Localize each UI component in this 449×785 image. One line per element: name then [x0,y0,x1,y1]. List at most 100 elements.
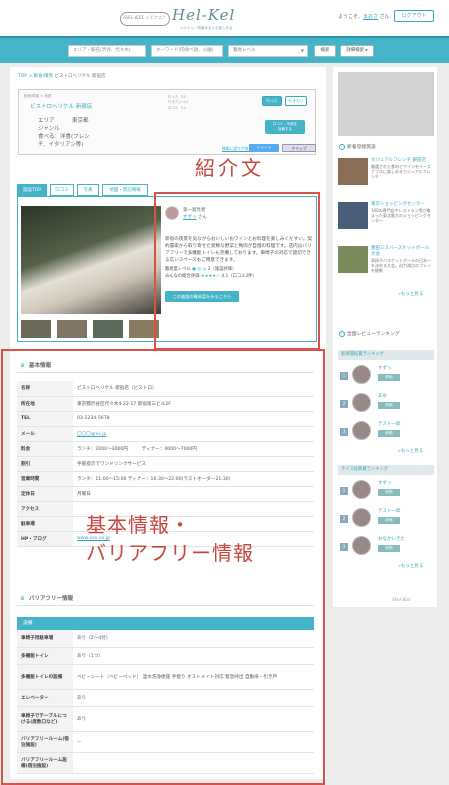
facility-title[interactable]: カジュアルフレンチ 銀座店 [371,158,433,164]
want-button[interactable]: 行きたい [285,96,307,106]
rank-number: 1 [340,487,348,495]
rank-group-header: 新規開拓賞ランキング [338,350,434,360]
shop-category-label: 飲食/障害 > 地図 [24,94,52,98]
facility-thumbnail[interactable] [338,202,368,229]
facility-text: 墨田ミスバースケットボール大会 車椅子バスケットボールの日本一を決める大会。迫力満… [371,246,433,273]
avatar[interactable] [352,536,371,555]
facility-title[interactable]: 墨田ミスバースケットボール大会 [371,246,433,258]
tab-photos[interactable]: 写真 [77,184,99,196]
ranking-header: 全国レビューランキング [339,330,400,340]
breadcrumb-category[interactable]: 飲食/障害 [34,74,54,79]
genre-value-2: チ、イタリアン等) [38,141,84,148]
reviewer-name[interactable]: あゆ [378,393,387,399]
add-review-button[interactable]: 口コミ・写真を 投稿する [265,120,305,134]
more-rank2-link[interactable]: »もっと見る [398,563,423,569]
rank-group-header: ナイス投稿賞ランキング [338,465,434,475]
avatar[interactable] [352,365,371,384]
facility-title[interactable]: 東京ショッピングセンター [371,202,433,208]
rank-number: 3 [340,543,348,551]
facility-thumbnail[interactable] [338,246,368,273]
rank-number: 3 [340,428,348,436]
ranking-title: 全国レビューランキング [347,332,400,337]
about-bubble[interactable]: HEL-KELってナニ？ [120,12,170,26]
reviewer-name[interactable]: おなかいきた [378,536,405,542]
clip-button[interactable]: クリップ [282,144,316,152]
ranking-row[interactable]: 2 テスト一郎 評価 [338,505,434,531]
reviewer-name[interactable]: すずっ [378,365,392,371]
level-select-value: 難易レベル [233,48,256,53]
new-facilities-header: 新着登録施設 [339,143,376,153]
ad-banner[interactable] [338,72,434,136]
logo-tagline: ヘルケル／障害ある人も楽しめる [180,26,233,30]
facility-desc: 厳選された食材とワインをリーズナブルに楽しめるカジュアルフレンチ [371,163,431,180]
search-bar: エリア・駅名(渋谷、代々木) キーワード(肉食べ放、公園) 難易レベル ▼ 検索 … [0,37,449,63]
site-logo[interactable]: Hel-Kel [172,6,235,24]
tab-map[interactable]: 地図・周辺情報 [102,184,148,196]
logout-button[interactable]: ログアウト [394,10,434,22]
welcome-prefix: ようこそ、 [338,14,364,20]
keyword-search-input[interactable]: キーワード(肉食べ放、公園) [151,45,223,57]
facility-desc: 100の専門店やレストラン等が集まった東北最大のショッピングセンター [371,207,431,224]
search-button[interactable]: 検索 [314,45,336,57]
rank-badge: 評価 [378,402,400,409]
info-annotation-label: 基本情報・ バリアフリー情報 [86,511,254,567]
ranking-row[interactable]: 3 おなかいきた 評価 [338,533,434,559]
ranking-row[interactable]: 1 すずっ 評価 [338,362,434,388]
ranking-row[interactable]: 1 すずっ 評価 [338,477,434,503]
advanced-search-button[interactable]: 詳細検索 ▸ [340,45,374,57]
ranking-row[interactable]: 3 テスト一郎評価 [338,418,434,444]
avatar[interactable] [352,508,371,527]
avatar[interactable] [352,421,371,440]
photo-thumbnail[interactable] [57,320,87,338]
main-photo[interactable] [21,206,161,314]
info-annotation-line2: バリアフリー情報 [86,541,254,565]
info-annotation-line1: 基本情報・ [86,513,191,537]
rank-number: 1 [340,372,348,380]
shop-counts: 行った 5人 行きたい 5人 口コミ 5人 [168,95,189,110]
shop-name: ビストロヘリケル 新宿店 [30,104,93,110]
reviewer-name[interactable]: テスト一郎 [378,508,401,514]
tab-facility-top[interactable]: 施設TOP [17,184,47,196]
list-item[interactable]: 墨田ミスバースケットボール大会 車椅子バスケットボールの日本一を決める大会。迫力満… [338,246,434,282]
photo-thumbnail[interactable] [21,320,51,338]
info-annotation-box [1,349,325,785]
breadcrumb-current: ビストロヘリケル 新宿店 [53,74,106,79]
went-button[interactable]: 行った [262,96,282,106]
more-new-link[interactable]: »もっと見る [398,291,423,297]
reviewer-name[interactable]: すずっ [378,480,392,486]
photo-thumbnail[interactable] [93,320,123,338]
facility-thumbnail[interactable] [338,158,368,185]
circle-icon [339,330,345,337]
breadcrumb-sep: > [27,74,34,79]
area-search-input[interactable]: エリア・駅名(渋谷、代々木) [68,45,146,57]
rank-number: 2 [340,400,348,408]
new-facilities-title: 新着登録施設 [347,145,376,150]
intro-annotation-box [154,192,320,350]
rank-badge: 評価 [378,430,400,437]
footer-logo: Hel-Kel [392,597,411,603]
tweet-button[interactable]: ツイート [249,144,279,152]
list-item[interactable]: 東京ショッピングセンター 100の専門店やレストラン等が集まった東北最大のショッピ… [338,202,434,238]
shop-details: エリア 東京都 ジャンル 食べる：洋食(フレン チ、イタリアン等) [38,118,90,150]
rank-badge: 評価 [378,517,400,524]
list-item[interactable]: カジュアルフレンチ 銀座店 厳選された食材とワインをリーズナブルに楽しめるカジュア… [338,158,434,194]
welcome-text: ようこそ、まおさ さん [338,13,390,20]
intro-annotation-label: 紹介文 [195,156,264,180]
more-rank1-link[interactable]: »もっと見る [398,448,423,454]
level-select[interactable]: 難易レベル ▼ [228,45,308,57]
area-value: 東京都 [72,118,89,124]
breadcrumb-top[interactable]: TOP [18,74,27,79]
genre-key: ジャンル [38,125,60,132]
breadcrumb: TOP > 飲食/障害 ビストロヘリケル 新宿店 [18,73,106,79]
circle-icon [339,143,345,150]
tab-reviews[interactable]: 口コミ [50,184,74,196]
facility-text: 東京ショッピングセンター 100の専門店やレストラン等が集まった東北最大のショッピ… [371,202,433,223]
avatar[interactable] [352,393,371,412]
user-link[interactable]: まおさ [363,14,378,20]
facility-text: カジュアルフレンチ 銀座店 厳選された食材とワインをリーズナブルに楽しめるカジュア… [371,158,433,179]
reviewer-name[interactable]: テスト一郎 [378,421,401,427]
ranking-row[interactable]: 2 あゆ評価 [338,390,434,416]
rank-badge: 評価 [378,545,400,552]
avatar[interactable] [352,480,371,499]
welcome-suffix: さん [378,14,390,20]
